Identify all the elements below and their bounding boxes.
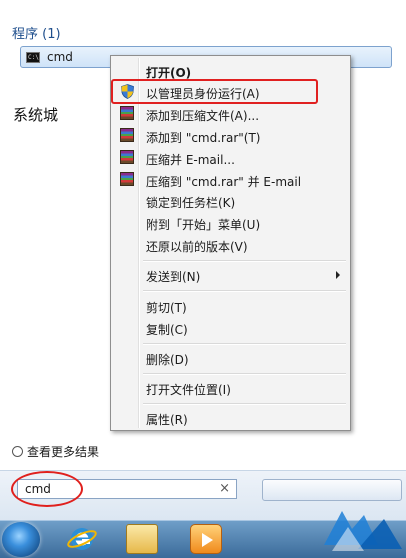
menu-item-label: 添加到压缩文件(A)... bbox=[146, 109, 260, 123]
menu-item-copy[interactable]: 复制(C) bbox=[113, 317, 348, 339]
menu-separator bbox=[143, 290, 346, 292]
menu-item-run-as-admin[interactable]: 以管理员身份运行(A) bbox=[113, 81, 348, 103]
see-more-results-link[interactable]: 查看更多结果 bbox=[12, 443, 99, 460]
menu-item-pin-to-taskbar[interactable]: 锁定到任务栏(K) bbox=[113, 190, 348, 212]
menu-item-open[interactable]: 打开(O) bbox=[113, 60, 348, 82]
winrar-icon bbox=[120, 128, 135, 143]
menu-item-delete[interactable]: 删除(D) bbox=[113, 347, 348, 369]
uac-shield-icon bbox=[121, 84, 134, 99]
menu-item-label: 添加到 "cmd.rar"(T) bbox=[146, 131, 261, 145]
shutdown-button[interactable] bbox=[262, 479, 402, 501]
menu-item-label: 以管理员身份运行(A) bbox=[146, 87, 260, 101]
menu-item-label: 打开文件位置(I) bbox=[146, 383, 231, 397]
menu-item-compress-and-email[interactable]: 压缩并 E-mail... bbox=[113, 147, 348, 169]
menu-item-pin-to-start[interactable]: 附到「开始」菜单(U) bbox=[113, 212, 348, 234]
internet-explorer-icon[interactable] bbox=[66, 524, 98, 554]
programs-section-header: 程序 (1) bbox=[12, 27, 61, 42]
menu-item-label: 还原以前的版本(V) bbox=[146, 240, 248, 254]
menu-separator bbox=[143, 343, 346, 345]
context-menu: 打开(O) 以管理员身份运行(A) 添加到压缩文件(A)... 添加到 "cmd… bbox=[110, 55, 351, 431]
menu-item-open-file-location[interactable]: 打开文件位置(I) bbox=[113, 377, 348, 399]
menu-item-restore-previous-versions[interactable]: 还原以前的版本(V) bbox=[113, 234, 348, 256]
menu-item-label: 压缩并 E-mail... bbox=[146, 153, 235, 167]
clear-search-icon[interactable]: × bbox=[219, 481, 230, 496]
winrar-icon bbox=[120, 172, 135, 187]
play-icon bbox=[202, 533, 213, 547]
menu-separator bbox=[143, 260, 346, 262]
menu-separator bbox=[143, 373, 346, 375]
submenu-arrow-icon bbox=[336, 271, 340, 279]
magnifier-icon bbox=[12, 446, 23, 457]
search-result-label: cmd bbox=[47, 50, 73, 64]
menu-item-label: 压缩到 "cmd.rar" 并 E-mail bbox=[146, 175, 302, 189]
menu-item-compress-to-cmd-rar-and-email[interactable]: 压缩到 "cmd.rar" 并 E-mail bbox=[113, 169, 348, 191]
menu-item-properties[interactable]: 属性(R) bbox=[113, 407, 348, 429]
menu-item-label: 剪切(T) bbox=[146, 301, 187, 315]
winrar-icon bbox=[120, 106, 135, 121]
menu-item-label: 属性(R) bbox=[146, 413, 188, 427]
media-player-icon[interactable] bbox=[190, 524, 222, 554]
winrar-icon bbox=[120, 150, 135, 165]
menu-item-send-to[interactable]: 发送到(N) bbox=[113, 264, 348, 286]
menu-item-cut[interactable]: 剪切(T) bbox=[113, 295, 348, 317]
menu-item-add-to-archive[interactable]: 添加到压缩文件(A)... bbox=[113, 103, 348, 125]
search-input-value: cmd bbox=[25, 482, 51, 496]
menu-item-label: 打开(O) bbox=[146, 66, 192, 80]
start-orb-button[interactable] bbox=[2, 522, 40, 557]
menu-separator bbox=[143, 403, 346, 405]
see-more-label: 查看更多结果 bbox=[27, 445, 100, 459]
side-overlay-text: 系统城 bbox=[13, 106, 59, 124]
windows-explorer-icon[interactable] bbox=[126, 524, 158, 554]
menu-item-label: 附到「开始」菜单(U) bbox=[146, 218, 261, 232]
menu-item-label: 复制(C) bbox=[146, 323, 188, 337]
menu-item-label: 发送到(N) bbox=[146, 270, 201, 284]
menu-item-label: 锁定到任务栏(K) bbox=[146, 196, 236, 210]
menu-item-label: 删除(D) bbox=[146, 353, 189, 367]
start-search-input[interactable]: cmd × bbox=[17, 479, 237, 499]
menu-item-add-to-cmd-rar[interactable]: 添加到 "cmd.rar"(T) bbox=[113, 125, 348, 147]
command-prompt-icon: C:\ bbox=[26, 52, 40, 63]
